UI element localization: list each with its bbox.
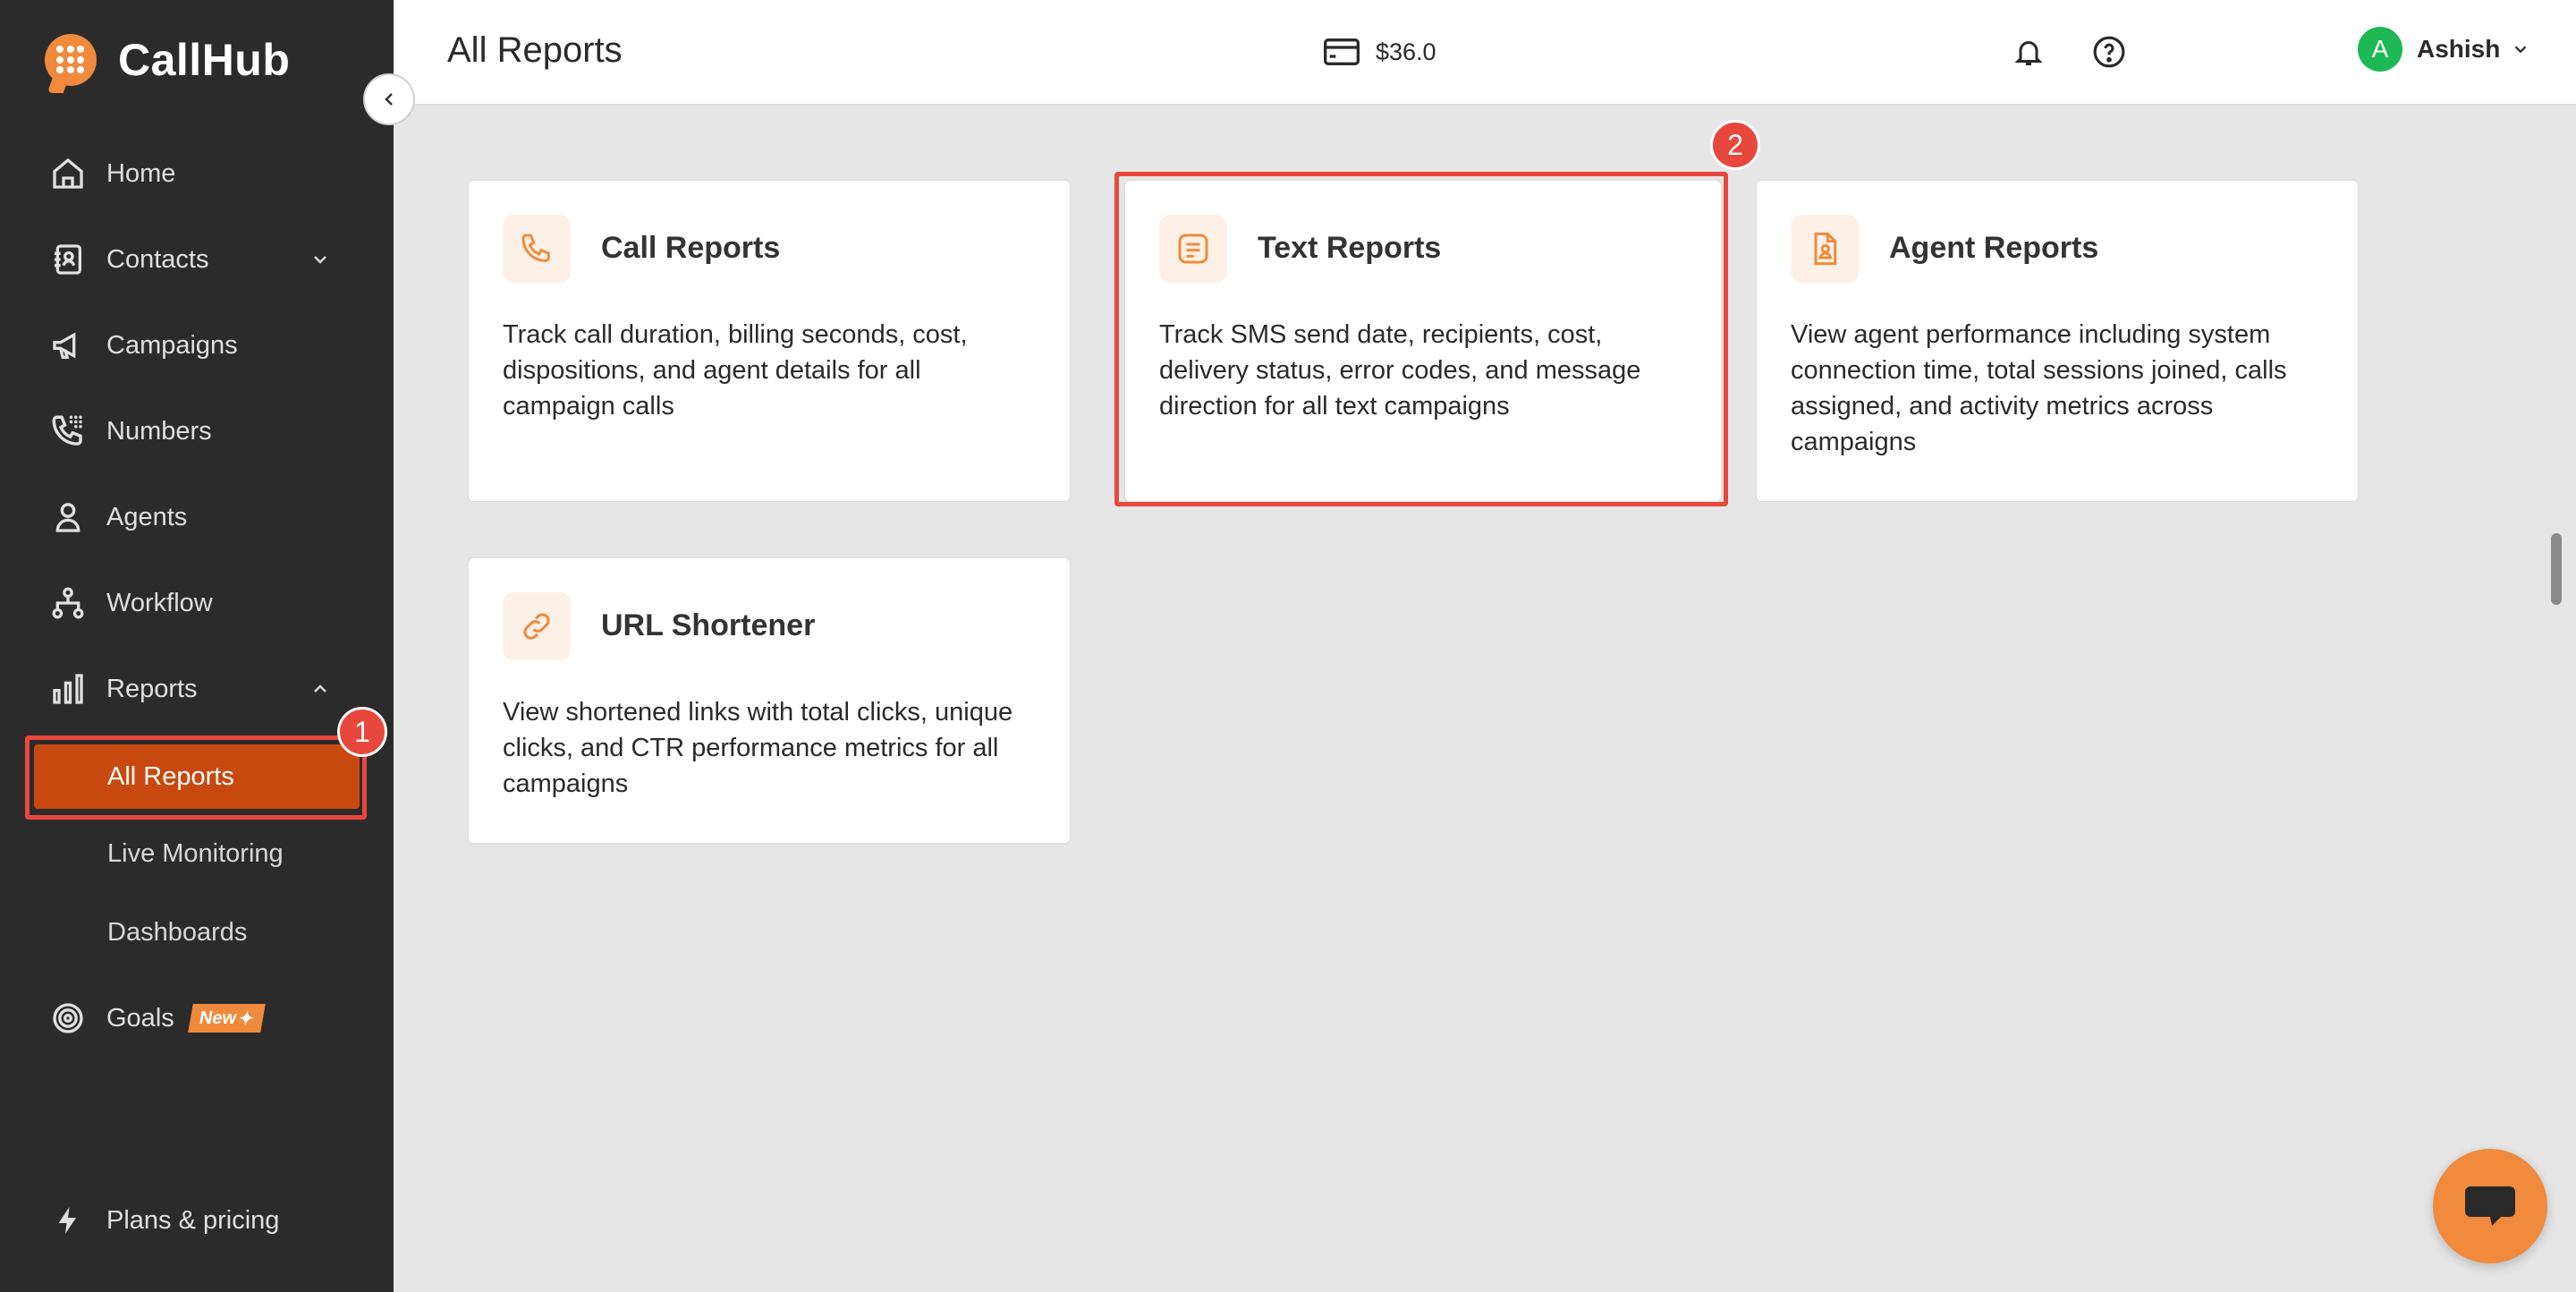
scrollbar-thumb[interactable] [2551,533,2562,605]
card-description: View shortened links with total clicks, … [503,698,1013,798]
bell-icon [2014,41,2043,65]
sidebar-item-workflow[interactable]: Workflow [47,576,213,630]
new-badge: New ✦ [187,1004,266,1033]
user-name: Ashish [2417,35,2501,63]
megaphone-icon [47,324,89,367]
sidebar-item-goals[interactable]: Goals New ✦ [47,991,266,1045]
person-icon [47,496,89,539]
step-badge-1: 1 [337,707,387,757]
bar-chart-icon [47,667,89,710]
card-call-reports[interactable]: Call Reports Track call duration, billin… [467,179,1072,503]
link-icon [503,592,571,660]
workflow-icon [47,582,89,625]
chevron-left-icon [385,93,393,106]
sidebar: CallHub Home Contacts Campaigns Numbers [0,0,394,1292]
sparkle-icon: ✦ [236,1008,256,1029]
card-title: URL Shortener [601,608,816,642]
chevron-down-icon [2515,46,2527,54]
sidebar-item-label: Numbers [106,416,212,446]
sidebar-item-numbers[interactable]: Numbers [47,404,212,458]
chat-bubble-icon [2465,1186,2515,1226]
collapse-sidebar-button[interactable] [363,73,415,125]
sidebar-item-home[interactable]: Home [47,147,175,200]
step-badge-2: 2 [1710,120,1760,170]
callhub-logo[interactable]: CallHub [45,34,290,86]
balance-amount: $36.0 [1376,38,1436,65]
sidebar-item-contacts[interactable]: Contacts [47,233,208,286]
chat-support-button[interactable] [2433,1149,2547,1263]
card-url-shortener[interactable]: URL Shortener View shortened links with … [467,557,1072,845]
phone-keypad-icon [47,410,89,453]
sidebar-item-agents[interactable]: Agents [47,490,187,544]
contacts-chevron-down-icon[interactable] [304,243,336,276]
sidebar-item-label: Reports [106,674,198,703]
page-title: All Reports [447,30,623,70]
brand-name: CallHub [118,35,291,85]
sub-item-dashboards[interactable]: Dashboards [107,907,247,957]
sidebar-item-plans-pricing[interactable]: Plans & pricing [47,1194,279,1247]
credit-card-icon [1324,32,1365,72]
lightning-icon [47,1199,89,1242]
sidebar-item-label: Contacts [106,244,209,274]
target-icon [47,997,89,1040]
sidebar-item-label: Goals [106,1003,174,1033]
sidebar-item-label: Campaigns [106,330,238,360]
agent-file-icon [1791,215,1859,283]
help-button[interactable] [2089,32,2129,72]
sidebar-item-label: Agents [106,502,188,531]
help-icon [2093,36,2125,68]
phone-icon [503,215,571,283]
logo-mark-icon [45,34,97,86]
sidebar-item-reports[interactable]: Reports [47,662,198,716]
sidebar-item-label: Workflow [106,588,213,617]
home-icon [47,152,89,195]
contacts-icon [47,238,89,281]
sub-item-live-monitoring[interactable]: Live Monitoring [107,829,284,879]
highlight-box-step-2 [1114,172,1728,506]
card-description: View agent performance including system … [1791,320,2287,456]
notifications-button[interactable] [2009,32,2048,72]
user-menu[interactable]: A Ashish [2358,27,2530,72]
card-title: Call Reports [601,231,781,265]
sidebar-item-label: Plans & pricing [106,1205,280,1235]
card-agent-reports[interactable]: Agent Reports View agent performance inc… [1755,179,2360,503]
sidebar-item-label: Home [106,158,176,188]
highlight-box-step-1 [25,735,367,820]
card-title: Agent Reports [1889,231,2099,265]
top-header: All Reports $36.0 A Ashish [394,0,2576,106]
account-balance[interactable]: $36.0 [1324,32,1436,72]
card-description: Track call duration, billing seconds, co… [503,320,968,421]
avatar: A [2358,27,2402,72]
reports-chevron-up-icon[interactable] [304,673,336,705]
sidebar-item-campaigns[interactable]: Campaigns [47,319,238,372]
